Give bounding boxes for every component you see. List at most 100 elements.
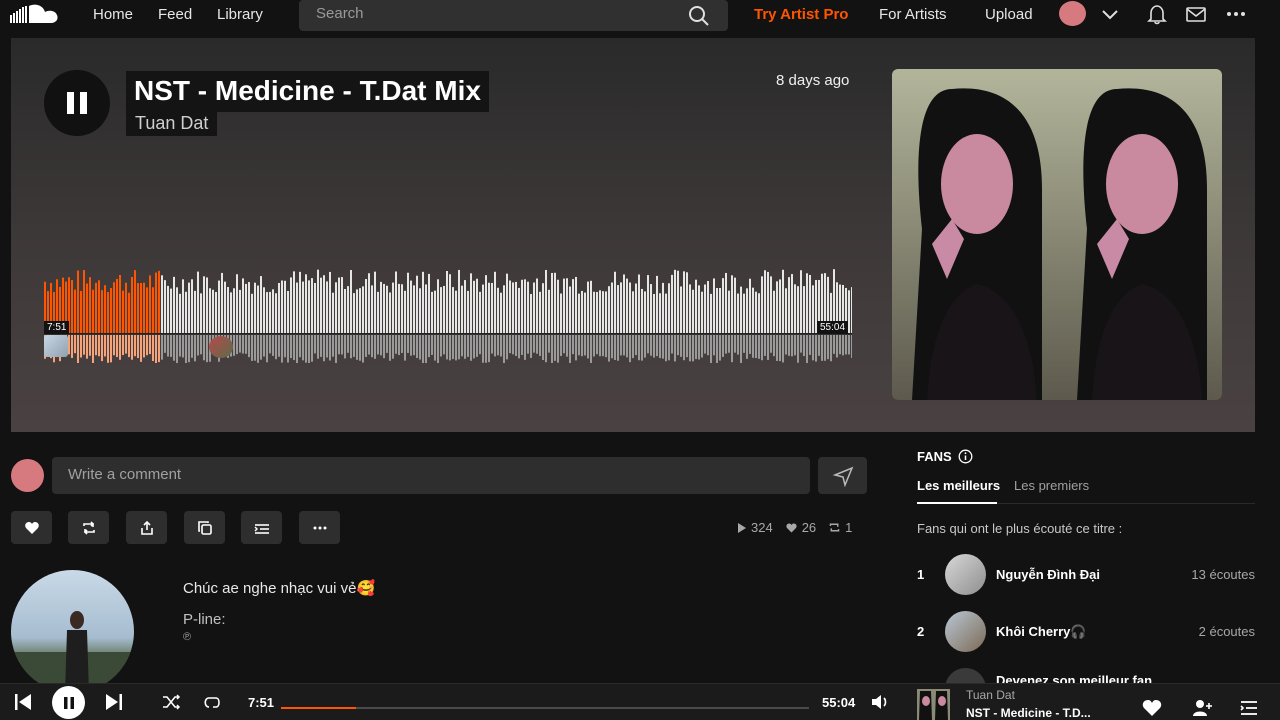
my-avatar [11, 459, 44, 492]
waveform-reflection-bar [851, 335, 852, 358]
tab-best-fans[interactable]: Les meilleurs [917, 478, 1000, 493]
waveform-reflection-bar [806, 335, 808, 363]
waveform-bar [440, 287, 442, 334]
waveform-reflection-bar [104, 335, 106, 357]
comment-placeholder: Write a comment [68, 466, 182, 483]
waveform-reflection-bar [512, 335, 514, 355]
reposts-stat[interactable]: 1 [828, 520, 852, 535]
try-artist-pro-link[interactable]: Try Artist Pro [754, 6, 848, 23]
waveform-reflection-bar [293, 335, 295, 361]
waveform-reflection-bar [803, 335, 805, 357]
waveform-reflection-bar [407, 335, 409, 353]
likes-stat[interactable]: 26 [785, 520, 816, 535]
soundcloud-logo[interactable] [10, 3, 60, 25]
add-to-next-up-button[interactable] [241, 511, 282, 544]
waveform-comment-avatar[interactable] [209, 336, 233, 358]
fan-name[interactable]: Nguyễn Đình Đại [996, 567, 1100, 582]
comment-input[interactable]: Write a comment [52, 457, 810, 494]
waveform-reflection-bar [239, 335, 241, 353]
follow-user-icon[interactable] [1191, 697, 1213, 719]
track-title[interactable]: NST - Medicine - T.Dat Mix [126, 71, 489, 112]
shuffle-icon[interactable] [160, 691, 182, 713]
fan-avatar[interactable] [945, 611, 986, 652]
search-input[interactable]: Search [299, 0, 728, 31]
fan-avatar[interactable] [945, 554, 986, 595]
waveform-bar [86, 283, 88, 334]
for-artists-link[interactable]: For Artists [879, 6, 947, 23]
waveform-bar [680, 286, 682, 334]
waveform-bar [809, 274, 811, 334]
waveform-bar [398, 283, 400, 334]
waveform-reflection-bar [98, 335, 100, 357]
waveform-reflection-bar [134, 335, 136, 357]
waveform-bar [434, 290, 436, 334]
heart-icon[interactable] [1141, 697, 1163, 719]
tab-first-fans[interactable]: Les premiers [1014, 478, 1089, 493]
search-icon[interactable] [688, 5, 710, 27]
fan-plays: 13 écoutes [1191, 567, 1255, 582]
user-avatar[interactable] [1059, 1, 1086, 26]
next-icon[interactable] [103, 691, 125, 713]
waveform-bar [137, 283, 139, 334]
waveform-bar [572, 279, 574, 334]
fan-name[interactable]: Khôi Cherry🎧 [996, 624, 1087, 640]
more-actions-button[interactable] [299, 511, 340, 544]
send-comment-button[interactable] [818, 457, 867, 494]
player-artwork[interactable] [917, 689, 950, 720]
waveform-reflection-bar [800, 335, 802, 353]
waveform-reflection-bar [455, 335, 457, 361]
waveform-bar [167, 285, 169, 334]
waveform-bar [362, 286, 364, 334]
waveform-bar [389, 292, 391, 334]
previous-icon[interactable] [12, 691, 34, 713]
waveform-bar [710, 293, 712, 334]
waveform-bar [143, 282, 145, 334]
waveform-reflection-bar [446, 335, 448, 360]
progress-bar[interactable] [281, 707, 809, 709]
waveform-reflection-bar [659, 335, 661, 359]
waveform-bar [689, 284, 691, 334]
bell-icon[interactable] [1146, 3, 1168, 25]
volume-icon[interactable] [869, 691, 891, 713]
waveform-reflection-bar [506, 335, 508, 360]
waveform-reflection-bar [278, 335, 280, 357]
nav-feed[interactable]: Feed [158, 6, 192, 23]
nav-home[interactable]: Home [93, 6, 133, 23]
waveform-bar [212, 289, 214, 334]
waveform-reflection-bar [725, 335, 727, 354]
waveform-reflection-bar [767, 335, 769, 360]
like-button[interactable] [11, 511, 52, 544]
waveform-reflection-bar [515, 335, 517, 356]
waveform[interactable] [44, 266, 852, 363]
waveform-reflection-bar [830, 335, 832, 362]
waveform-reflection-bar [791, 335, 793, 357]
waveform-reflection-bar [233, 335, 235, 356]
upload-link[interactable]: Upload [985, 6, 1033, 23]
waveform-reflection-bar [149, 335, 151, 355]
repeat-icon[interactable] [201, 691, 223, 713]
copy-link-button[interactable] [184, 511, 225, 544]
info-icon[interactable] [958, 449, 973, 464]
chevron-down-icon[interactable] [1099, 3, 1121, 25]
waveform-bar [416, 275, 418, 334]
share-button[interactable] [126, 511, 167, 544]
player-artist[interactable]: Tuan Dat [966, 688, 1015, 702]
waveform-bar [560, 293, 562, 334]
mail-icon[interactable] [1185, 3, 1207, 25]
nav-library[interactable]: Library [217, 6, 263, 23]
next-up-queue-icon[interactable] [1238, 697, 1260, 719]
track-artist[interactable]: Tuan Dat [126, 112, 218, 136]
waveform-bar [278, 283, 280, 334]
player-pause-button[interactable] [52, 686, 85, 719]
waveform-reflection-bar [80, 335, 82, 358]
waveform-comment-avatar[interactable] [44, 335, 68, 357]
repost-button[interactable] [68, 511, 109, 544]
waveform-reflection-bar [641, 335, 643, 361]
waveform-bar [275, 293, 277, 334]
waveform-reflection-bar [761, 335, 763, 361]
uploader-avatar[interactable] [11, 570, 134, 693]
waveform-bar [476, 278, 478, 334]
more-icon[interactable] [1225, 3, 1247, 25]
pause-button[interactable] [44, 70, 110, 136]
player-title[interactable]: NST - Medicine - T.D... [966, 706, 1091, 720]
